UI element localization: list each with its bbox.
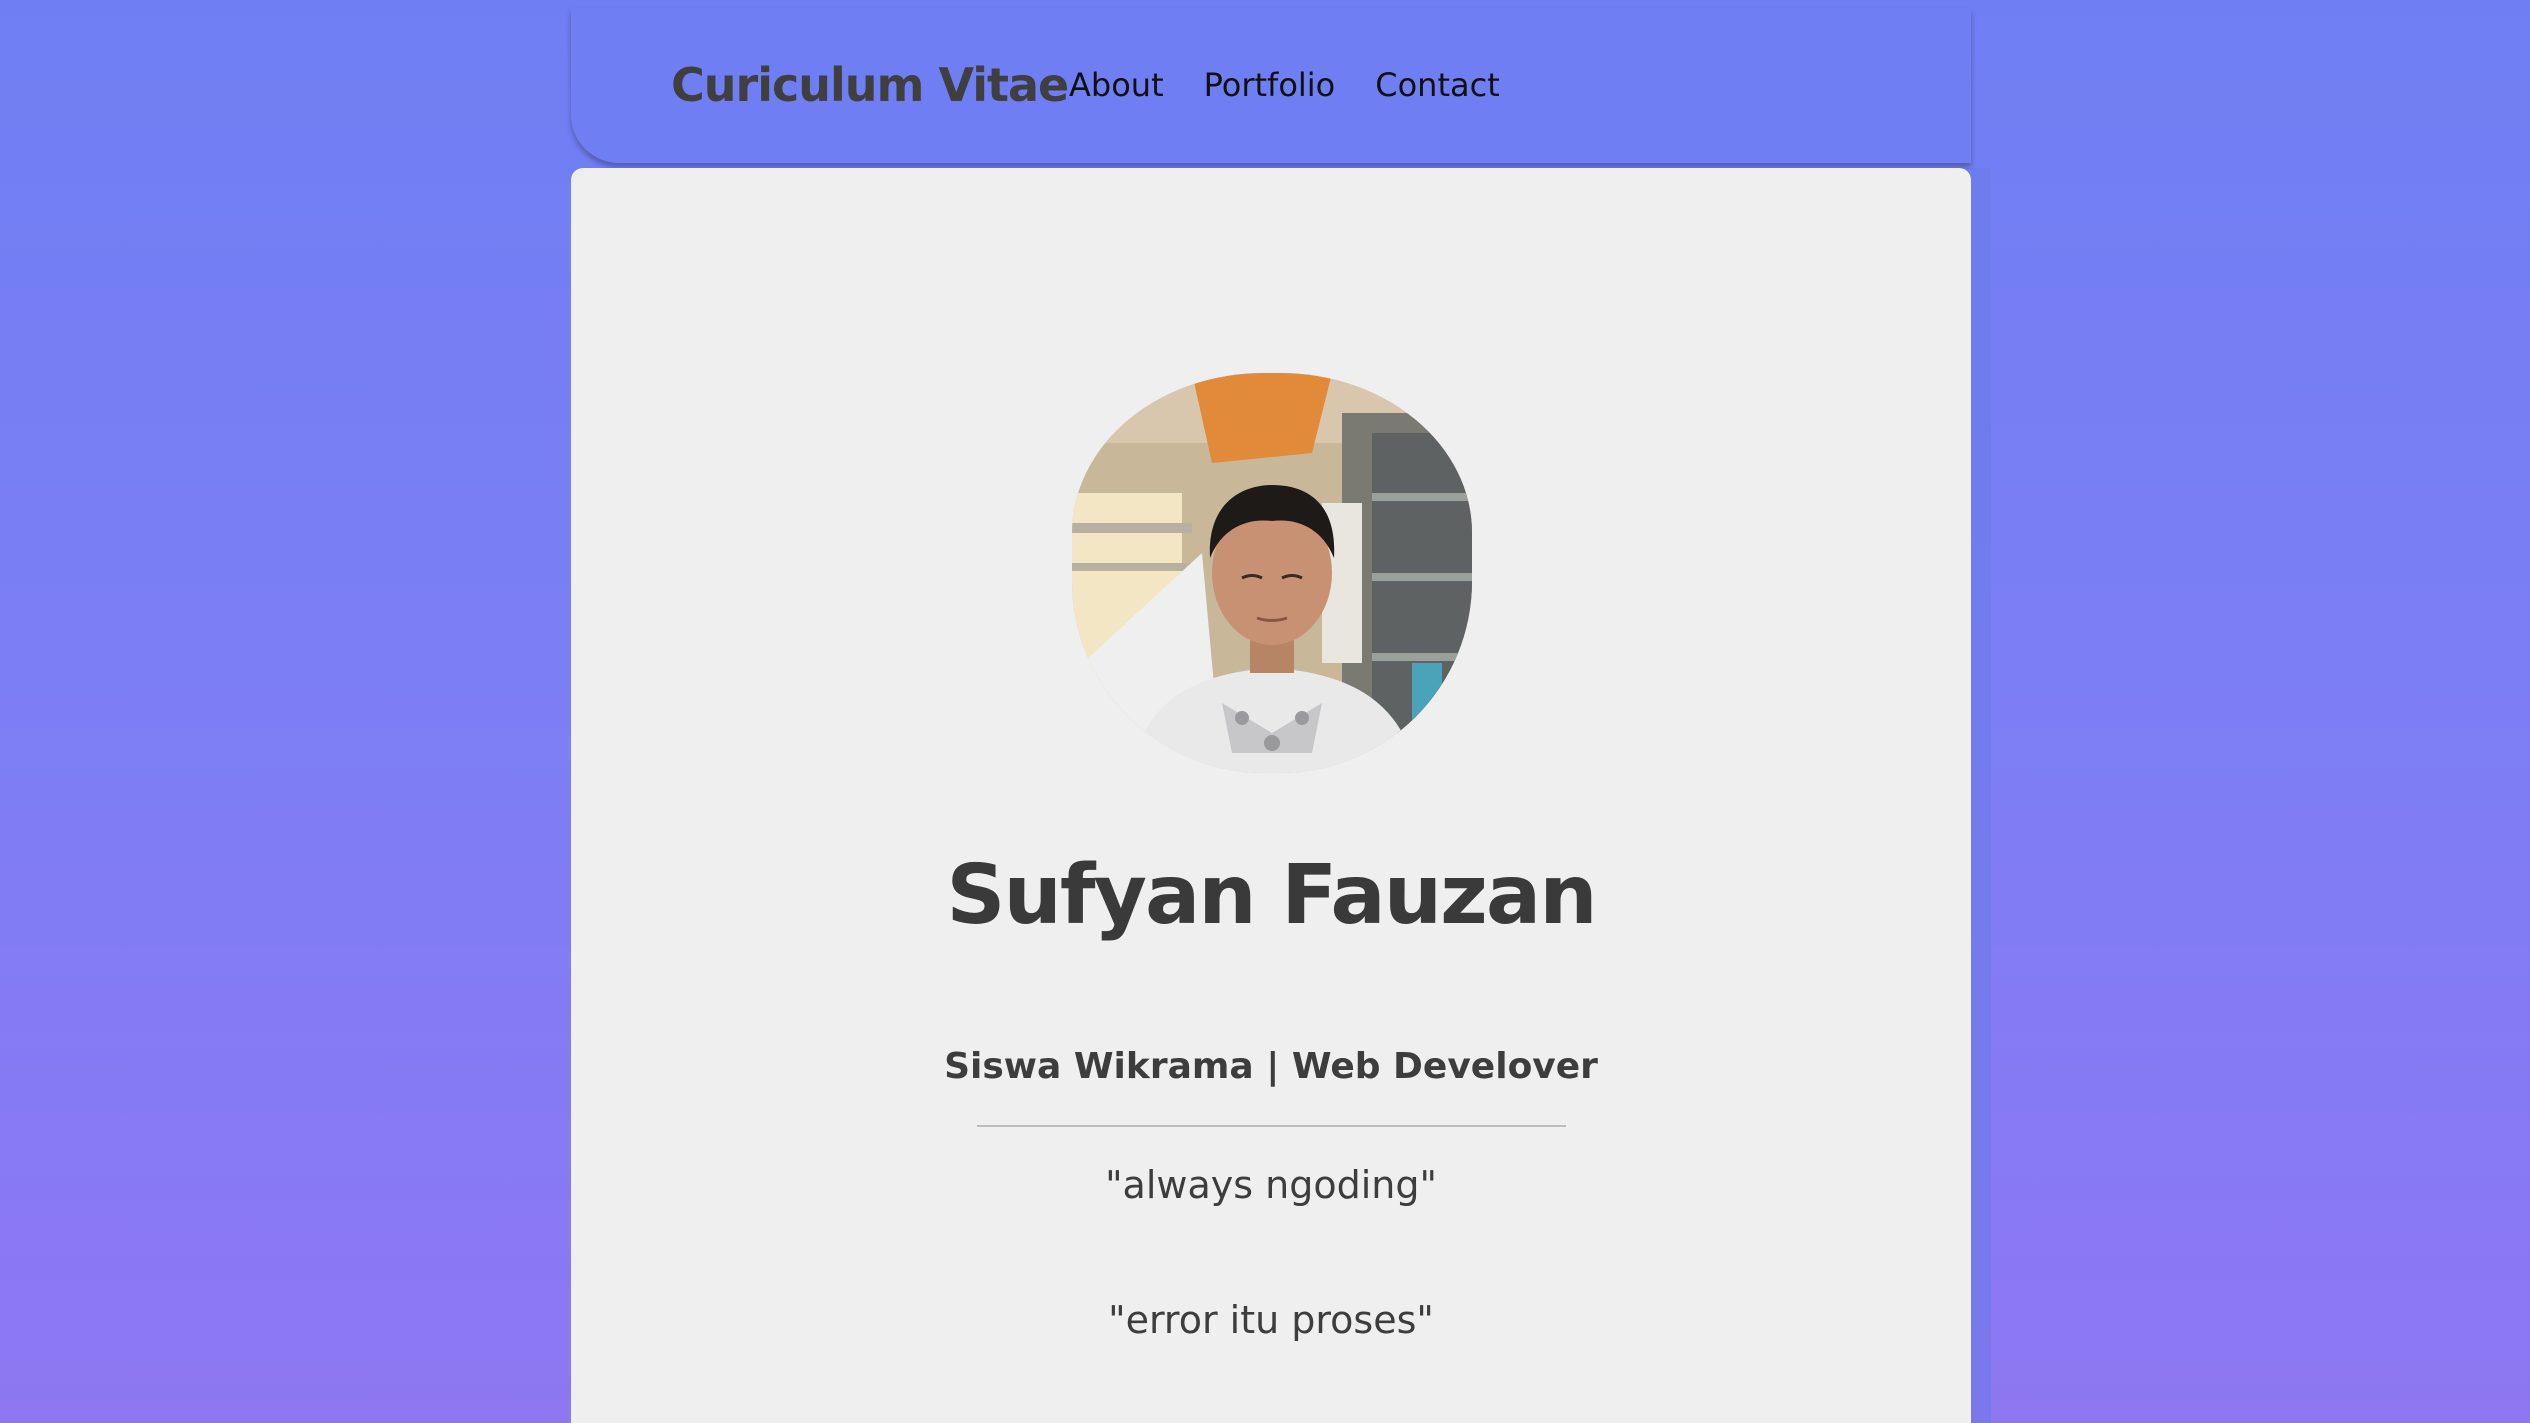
- profile-subtitle: Siswa Wikrama | Web Develover: [944, 1046, 1598, 1087]
- profile-photo: [1072, 373, 1472, 773]
- nav-item-about: About: [1069, 66, 1164, 104]
- nav-item-portfolio: Portfolio: [1204, 66, 1336, 104]
- profile-photo-image: [1072, 373, 1472, 773]
- nav-item-contact: Contact: [1375, 66, 1500, 104]
- nav-link-contact[interactable]: Contact: [1375, 66, 1500, 104]
- card-edge-shadow: [1971, 168, 1991, 1423]
- quote-1: "always ngoding": [1105, 1163, 1437, 1207]
- nav-link-about[interactable]: About: [1069, 66, 1164, 104]
- profile-card: Sufyan Fauzan Siswa Wikrama | Web Develo…: [571, 168, 1971, 1423]
- profile-name: Sufyan Fauzan: [946, 848, 1597, 943]
- nav-link-portfolio[interactable]: Portfolio: [1204, 66, 1336, 104]
- top-navbar: Curiculum Vitae About Portfolio Contact: [571, 8, 1971, 163]
- site-brand[interactable]: Curiculum Vitae: [671, 58, 1069, 112]
- quote-2: "error itu proses": [1108, 1298, 1434, 1342]
- divider: [977, 1125, 1566, 1127]
- nav-links: About Portfolio Contact: [1069, 66, 1500, 104]
